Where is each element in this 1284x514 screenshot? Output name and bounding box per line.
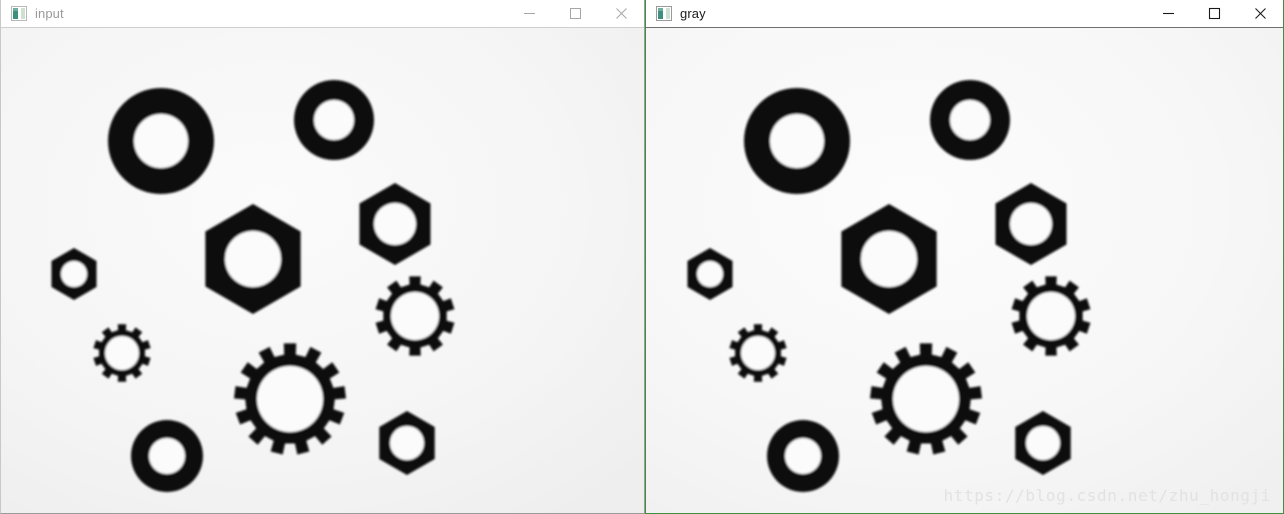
maximize-button-input[interactable] <box>552 0 598 27</box>
close-button-gray[interactable] <box>1237 0 1283 27</box>
minimize-button-input[interactable] <box>506 0 552 27</box>
window-gray[interactable]: gray https://blog.csdn.net/zhu_hongji <box>645 0 1284 514</box>
window-title-input: input <box>35 5 64 21</box>
titlebar-input[interactable]: input <box>1 0 644 28</box>
window-controls-input <box>506 0 644 28</box>
close-button-input[interactable] <box>598 0 644 27</box>
titlebar-gray[interactable]: gray <box>646 0 1283 28</box>
maximize-button-gray[interactable] <box>1191 0 1237 27</box>
image-canvas-input[interactable] <box>1 28 644 513</box>
window-input[interactable]: input <box>0 0 645 514</box>
part-washer <box>131 420 203 492</box>
window-controls-gray <box>1145 0 1283 28</box>
window-title-gray: gray <box>680 5 706 21</box>
mechanical-parts-grayscale <box>646 28 1283 513</box>
desktop: input gray https://blog.csdn.net/zhu_hon… <box>0 0 1284 514</box>
image-canvas-gray[interactable]: https://blog.csdn.net/zhu_hongji <box>646 28 1283 513</box>
part-washer <box>767 420 839 492</box>
mechanical-parts-photo <box>1 28 644 513</box>
opencv-highgui-image-icon <box>11 6 27 21</box>
minimize-button-gray[interactable] <box>1145 0 1191 27</box>
part-washer <box>744 88 850 194</box>
part-washer <box>294 80 374 160</box>
opencv-highgui-image-icon <box>656 6 672 21</box>
part-washer <box>108 88 214 194</box>
part-washer <box>930 80 1010 160</box>
